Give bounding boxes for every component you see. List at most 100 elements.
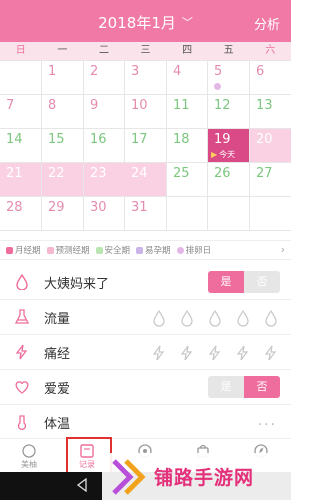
record-row-period: 大姨妈来了 是 否 (0, 265, 291, 300)
yes-option[interactable]: 是 (208, 271, 244, 293)
weekday-sun: 日 (15, 45, 26, 56)
calendar-day[interactable]: 1 (42, 61, 83, 94)
drop-outline-icon[interactable] (178, 309, 196, 327)
calendar-day[interactable]: 12 (208, 95, 249, 128)
record-row-cramps: 痛经 (0, 335, 291, 370)
calendar-day-period[interactable]: 22 (42, 163, 83, 196)
drop-outline-icon[interactable] (150, 309, 168, 327)
calendar-day[interactable]: 26 (208, 163, 249, 196)
month-title[interactable]: 2018年1月 (98, 14, 176, 32)
legend-swatch (6, 246, 13, 254)
record-label: 爱爱 (44, 382, 71, 397)
weekday-thu: 四 (182, 45, 193, 56)
cramps-selector[interactable] (150, 344, 280, 362)
chevron-logo-icon (112, 459, 146, 495)
flask-icon (14, 309, 30, 324)
calendar-day[interactable]: 11 (167, 95, 208, 128)
weekday-mon: 一 (57, 45, 68, 56)
tab-label: 美柚 (21, 460, 37, 469)
chevron-right-icon[interactable]: › (281, 243, 285, 256)
legend-swatch (95, 246, 103, 254)
record-row-love: 爱爱 是 否 (0, 370, 291, 405)
today-label: ▶ 今天 (211, 150, 236, 159)
day-number: 19 (214, 132, 231, 147)
record-label: 流量 (44, 312, 71, 327)
legend-item: 排卵日 (176, 244, 211, 256)
record-label: 体温 (44, 417, 71, 432)
no-option[interactable]: 否 (244, 376, 280, 398)
thermometer-icon (17, 415, 27, 430)
love-toggle[interactable]: 是 否 (208, 376, 280, 398)
calendar-day[interactable]: 3 (125, 61, 166, 94)
flow-selector[interactable] (150, 309, 280, 327)
lightning-outline-icon[interactable] (178, 344, 196, 362)
lightning-outline-icon[interactable] (206, 344, 224, 362)
calendar-day[interactable]: 4 (167, 61, 208, 94)
calendar-day[interactable]: 14 (0, 129, 41, 162)
calendar-day[interactable]: 2 (84, 61, 125, 94)
legend-swatch (136, 246, 144, 254)
legend-swatch (46, 246, 54, 254)
drop-outline-icon[interactable] (234, 309, 252, 327)
calendar-day-period[interactable]: 20 (250, 129, 291, 162)
chevron-down-icon[interactable]: ﹀ (182, 14, 193, 30)
lightning-outline-icon[interactable] (262, 344, 280, 362)
calendar-day[interactable]: 29 (42, 197, 83, 230)
calendar-day[interactable]: 28 (0, 197, 41, 230)
calendar-day[interactable]: 15 (42, 129, 83, 162)
month-selector[interactable]: 2018年1月 ﹀ (0, 12, 291, 33)
app-header: 2018年1月 ﹀ 分析 (0, 0, 291, 42)
calendar-day[interactable]: 30 (84, 197, 125, 230)
weekday-header: 日 一 二 三 四 五 六 (0, 42, 291, 60)
calendar-day[interactable]: 9 (84, 95, 125, 128)
calendar-day[interactable]: 25 (167, 163, 208, 196)
calendar-day[interactable]: 27 (250, 163, 291, 196)
record-label: 痛经 (44, 347, 71, 362)
period-toggle[interactable]: 是 否 (208, 271, 280, 293)
tab-home[interactable]: 美柚 (0, 439, 58, 473)
legend-item: 易孕期 (136, 244, 171, 256)
calendar-day[interactable]: 10 (125, 95, 166, 128)
drop-icon (16, 274, 28, 290)
record-row-temperature: 体温 ··· (0, 405, 291, 440)
calendar-day-ovulation[interactable]: 5 (208, 61, 249, 94)
drop-outline-icon[interactable] (206, 309, 224, 327)
legend-item: 安全期 (95, 244, 130, 256)
calendar-day-period[interactable]: 21 (0, 163, 41, 196)
watermark-text: 铺路手游网 (154, 467, 255, 489)
calendar-day[interactable]: 31 (125, 197, 166, 230)
drop-outline-icon[interactable] (262, 309, 280, 327)
home-icon (22, 444, 36, 458)
weekday-tue: 二 (98, 45, 109, 56)
weekday-fri: 五 (223, 45, 234, 56)
calendar-day-today[interactable]: 19 ▶ 今天 (208, 129, 249, 162)
calendar-day[interactable] (0, 61, 41, 94)
calendar-day[interactable]: 8 (42, 95, 83, 128)
calendar-day[interactable]: 18 (167, 129, 208, 162)
calendar-day-period[interactable]: 24 (125, 163, 166, 196)
today-marker-icon: ▶ (211, 150, 218, 159)
watermark-logo: 铺路手游网 (102, 453, 291, 500)
yes-option[interactable]: 是 (208, 376, 244, 398)
day-number: 5 (214, 64, 223, 79)
legend-swatch (176, 246, 184, 254)
back-icon[interactable] (75, 478, 89, 492)
calendar-day[interactable]: 6 (250, 61, 291, 94)
calendar-day[interactable]: 13 (250, 95, 291, 128)
weekday-sat: 六 (265, 45, 276, 56)
no-option[interactable]: 否 (244, 271, 280, 293)
calendar-legend: 月经期 预测经期 安全期 易孕期 排卵日 › (0, 240, 291, 260)
record-label: 大姨妈来了 (44, 277, 110, 292)
more-icon[interactable]: ··· (258, 417, 277, 433)
analysis-button[interactable]: 分析 (254, 14, 280, 33)
calendar-day[interactable]: 7 (0, 95, 41, 128)
weekday-wed: 三 (140, 45, 151, 56)
heart-icon (15, 381, 29, 394)
calendar-day[interactable]: 17 (125, 129, 166, 162)
calendar-day-period[interactable]: 23 (84, 163, 125, 196)
lightning-outline-icon[interactable] (150, 344, 168, 362)
calendar-day[interactable]: 16 (84, 129, 125, 162)
lightning-outline-icon[interactable] (234, 344, 252, 362)
legend-item: 月经期 (6, 244, 41, 256)
legend-item: 预测经期 (46, 244, 90, 256)
